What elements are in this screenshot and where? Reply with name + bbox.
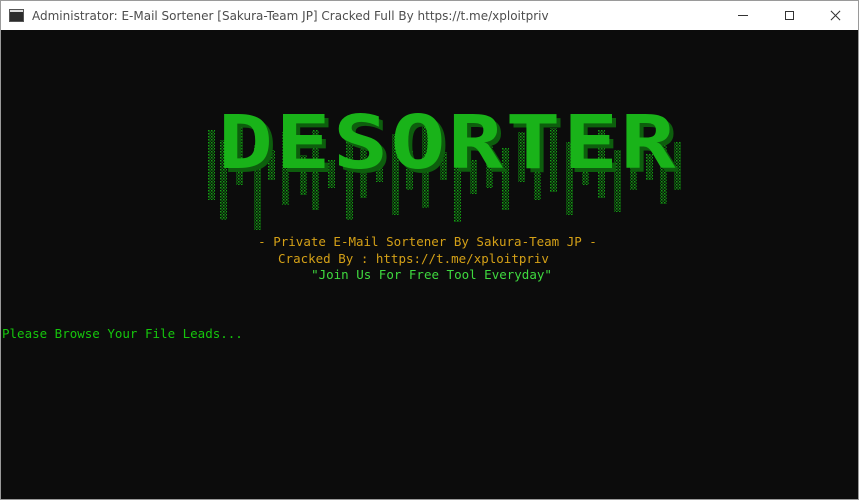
maximize-button[interactable] [766, 1, 812, 30]
close-icon [830, 10, 841, 21]
console-output[interactable]: DESORTER DESORTER - Private E-Mail Sorte… [1, 30, 858, 499]
title-bar[interactable]: Administrator: E-Mail Sortener [Sakura-T… [1, 1, 858, 30]
minimize-icon [738, 15, 748, 16]
close-button[interactable] [812, 1, 858, 30]
console-window: Administrator: E-Mail Sortener [Sakura-T… [0, 0, 859, 500]
window-title: Administrator: E-Mail Sortener [Sakura-T… [32, 8, 549, 23]
console-app-icon[interactable] [9, 9, 24, 22]
window-controls [720, 1, 858, 30]
prompt-text: Please Browse Your File Leads... [2, 326, 243, 341]
maximize-icon [784, 11, 794, 20]
banner-title-text: DESORTER [218, 100, 678, 186]
info-line-credit: Cracked By : https://t.me/xploitpriv [278, 251, 549, 266]
banner-graphic: DESORTER DESORTER [208, 100, 681, 230]
minimize-button[interactable] [720, 1, 766, 30]
info-line-title: - Private E-Mail Sortener By Sakura-Team… [258, 234, 597, 249]
info-line-slogan: "Join Us For Free Tool Everyday" [311, 267, 552, 282]
ascii-banner: DESORTER DESORTER [208, 70, 688, 235]
banner-drip [208, 130, 215, 200]
